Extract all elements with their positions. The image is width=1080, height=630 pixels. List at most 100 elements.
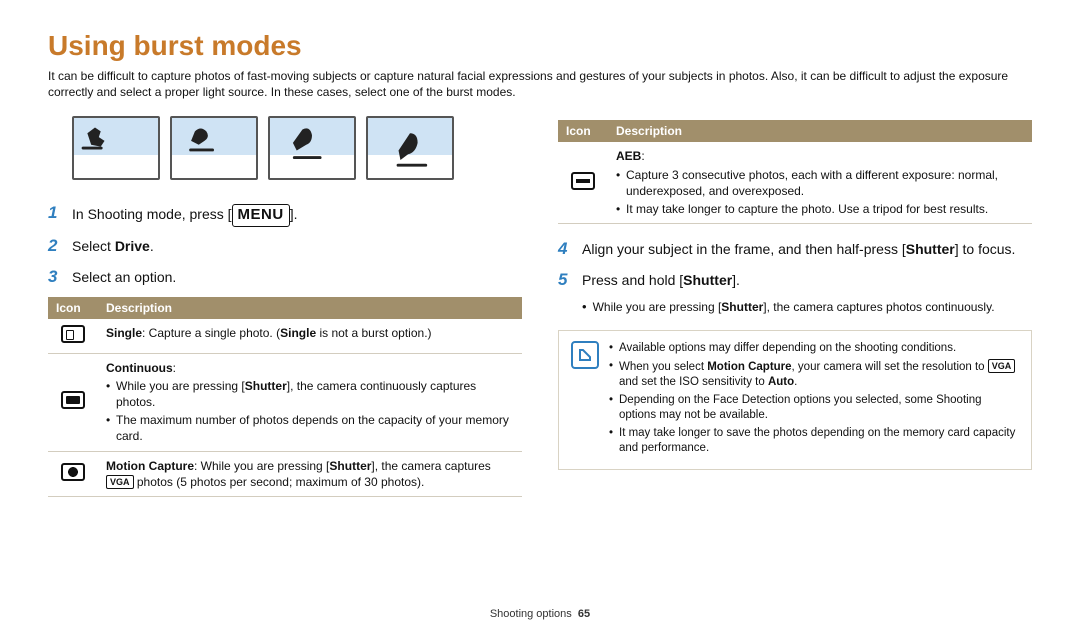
step-2: 2 Select Drive. <box>48 235 522 258</box>
continuous-icon-cell <box>48 353 98 451</box>
row-aeb: AEB: Capture 3 consecutive photos, each … <box>558 142 1032 223</box>
continuous-mode-icon <box>61 391 85 409</box>
continuous-description: Continuous: While you are pressing [Shut… <box>98 353 522 451</box>
text: photos (5 photos per second; maximum of … <box>134 475 425 489</box>
right-column: Icon Description AEB: Capture 3 consecut… <box>558 114 1032 497</box>
step-number: 3 <box>48 266 64 289</box>
steps-right: 4 Align your subject in the frame, and t… <box>558 238 1032 314</box>
text: While you are pressing [ <box>116 379 245 393</box>
step-text: Select an option. <box>72 266 176 289</box>
header-icon: Icon <box>558 120 608 142</box>
list-item: When you select Motion Capture, your cam… <box>609 359 1019 391</box>
snowboard-frame-1 <box>72 116 160 180</box>
step-number: 2 <box>48 235 64 258</box>
text: is not a burst option.) <box>316 326 431 340</box>
step-1: 1 In Shooting mode, press [MENU]. <box>48 202 522 226</box>
page-footer: Shooting options 65 <box>0 608 1080 620</box>
text: . <box>150 238 154 254</box>
list-item: It may take longer to save the photos de… <box>609 426 1019 457</box>
text: and set the ISO sensitivity to <box>619 376 768 388</box>
snowboard-frame-3 <box>268 116 356 180</box>
single-icon-cell <box>48 319 98 354</box>
left-column: 1 In Shooting mode, press [MENU]. 2 Sele… <box>48 114 522 497</box>
text: , your camera will set the resolution to <box>792 361 988 373</box>
drive-label: Drive <box>115 238 150 254</box>
vga-badge-icon: VGA <box>988 359 1016 373</box>
step-text: Align your subject in the frame, and the… <box>582 238 1015 261</box>
row-continuous: Continuous: While you are pressing [Shut… <box>48 353 522 451</box>
options-table-right: Icon Description AEB: Capture 3 consecut… <box>558 120 1032 224</box>
note-list: Available options may differ depending o… <box>609 341 1019 459</box>
single-mode-icon <box>61 325 85 343</box>
shutter-label: Shutter <box>906 241 955 257</box>
step-text: Press and hold [Shutter]. <box>582 269 740 292</box>
text: ], the camera captures photos continuous… <box>763 300 994 314</box>
shutter-label: Shutter <box>721 300 763 314</box>
list-item: Capture 3 consecutive photos, each with … <box>616 167 1024 199</box>
aeb-description: AEB: Capture 3 consecutive photos, each … <box>608 142 1032 223</box>
note-box: Available options may differ depending o… <box>558 330 1032 470</box>
header-description: Description <box>608 120 1032 142</box>
shutter-label: Shutter <box>683 272 732 288</box>
text: . <box>794 376 797 388</box>
motion-description: Motion Capture: While you are pressing [… <box>98 451 522 496</box>
options-table-left: Icon Description Single: Capture a singl… <box>48 297 522 498</box>
list-item: It may take longer to capture the photo.… <box>616 201 1024 217</box>
text: ]. <box>290 206 298 222</box>
shutter-label: Shutter <box>329 459 371 473</box>
list-item: While you are pressing [Shutter], the ca… <box>106 378 514 410</box>
page-number: 65 <box>578 608 590 620</box>
text: : <box>173 361 176 375</box>
label: Single <box>280 326 316 340</box>
text: While you are pressing [Shutter], the ca… <box>593 300 995 314</box>
single-description: Single: Capture a single photo. (Single … <box>98 319 522 354</box>
text: : While you are pressing [ <box>194 459 329 473</box>
list-item: The maximum number of photos depends on … <box>106 412 514 444</box>
menu-button-icon: MENU <box>232 204 290 226</box>
page-title: Using burst modes <box>48 30 1032 62</box>
snowboard-frame-4 <box>366 116 454 180</box>
text: : <box>641 149 644 163</box>
continuous-bullets: While you are pressing [Shutter], the ca… <box>106 378 514 445</box>
table-header-row: Icon Description <box>48 297 522 319</box>
manual-page: Using burst modes It can be difficult to… <box>0 0 1080 630</box>
text: : Capture a single photo. ( <box>142 326 280 340</box>
text: ], the camera captures <box>371 459 490 473</box>
list-item: Available options may differ depending o… <box>609 341 1019 357</box>
content-columns: 1 In Shooting mode, press [MENU]. 2 Sele… <box>48 114 1032 497</box>
header-description: Description <box>98 297 522 319</box>
row-motion-capture: Motion Capture: While you are pressing [… <box>48 451 522 496</box>
step-5-sub-bullet: While you are pressing [Shutter], the ca… <box>582 300 1032 314</box>
motion-icon-cell <box>48 451 98 496</box>
step-text: Select Drive. <box>72 235 154 258</box>
header-icon: Icon <box>48 297 98 319</box>
text: When you select <box>619 361 707 373</box>
vga-badge-icon: VGA <box>106 475 134 489</box>
step-4: 4 Align your subject in the frame, and t… <box>558 238 1032 261</box>
step-number: 1 <box>48 202 64 226</box>
row-single: Single: Capture a single photo. (Single … <box>48 319 522 354</box>
burst-illustration-row <box>72 116 522 180</box>
label: Continuous <box>106 361 173 375</box>
step-3: 3 Select an option. <box>48 266 522 289</box>
text: In Shooting mode, press [ <box>72 206 232 222</box>
label: Motion Capture <box>707 361 791 373</box>
label: Single <box>106 326 142 340</box>
text: Press and hold [ <box>582 272 683 288</box>
step-text: In Shooting mode, press [MENU]. <box>72 202 298 226</box>
text: While you are pressing [ <box>593 300 722 314</box>
snowboard-frame-2 <box>170 116 258 180</box>
list-item: Depending on the Face Detection options … <box>609 393 1019 424</box>
motion-capture-mode-icon <box>61 463 85 481</box>
text: Select <box>72 238 115 254</box>
label: Auto <box>768 376 794 388</box>
label: Motion Capture <box>106 459 194 473</box>
intro-paragraph: It can be difficult to capture photos of… <box>48 68 1032 100</box>
steps-left: 1 In Shooting mode, press [MENU]. 2 Sele… <box>48 202 522 288</box>
step-number: 4 <box>558 238 574 261</box>
aeb-icon-cell <box>558 142 608 223</box>
step-5: 5 Press and hold [Shutter]. <box>558 269 1032 292</box>
aeb-mode-icon <box>571 172 595 190</box>
aeb-bullets: Capture 3 consecutive photos, each with … <box>616 167 1024 218</box>
note-info-icon <box>571 341 599 369</box>
